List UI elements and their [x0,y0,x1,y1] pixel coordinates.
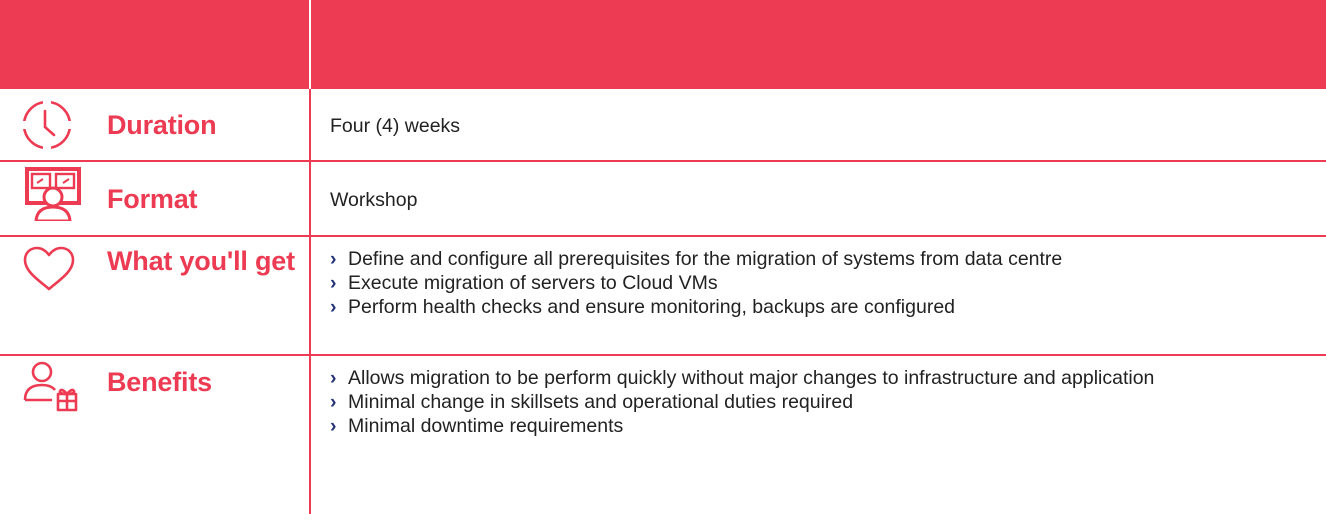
row-label: Duration [107,110,217,140]
row-label: Format [107,184,198,214]
clock-icon [21,99,73,151]
list-item-text: Minimal change in skillsets and operatio… [348,391,854,413]
label-cell: Benefits [0,356,309,514]
chevron-right-icon: › [330,415,337,437]
chevron-right-icon: › [330,248,337,270]
chevron-right-icon: › [330,272,337,294]
table-row-duration: Duration Four (4) weeks [0,89,1326,162]
list-item-text: Allows migration to be perform quickly w… [348,367,1155,389]
column-divider [309,162,311,235]
label-cell: Duration [0,89,309,160]
header-divider [309,0,311,89]
list-item: › Allows migration to be perform quickly… [330,366,1306,390]
row-label: Benefits [107,367,212,397]
bullet-list: › Define and configure all prerequisites… [330,247,1306,319]
table-row-benefits: Benefits › Allows migration to be perfor… [0,356,1326,514]
content-cell: › Define and configure all prerequisites… [330,247,1306,319]
list-item-text: Perform health checks and ensure monitor… [348,296,956,318]
chevron-right-icon: › [330,296,337,318]
bullet-list: › Allows migration to be perform quickly… [330,366,1306,438]
table-header [0,0,1326,89]
chevron-right-icon: › [330,367,337,389]
row-label: What you'll get [107,246,295,276]
list-item: › Execute migration of servers to Cloud … [330,271,1306,295]
list-item-text: Minimal downtime requirements [348,415,624,437]
list-item: › Perform health checks and ensure monit… [330,295,1306,319]
row-value: Workshop [330,189,418,211]
heart-icon [23,246,75,291]
list-item: › Minimal downtime requirements [330,414,1306,438]
workshop-icon [25,167,81,221]
table-row-format: Format Workshop [0,162,1326,237]
chevron-right-icon: › [330,391,337,413]
user-gift-icon [23,361,78,412]
label-cell: Format [0,162,309,235]
list-item: › Minimal change in skillsets and operat… [330,390,1306,414]
column-divider [309,356,311,514]
list-item-text: Execute migration of servers to Cloud VM… [348,272,718,294]
row-value: Four (4) weeks [330,115,461,137]
column-divider [309,237,311,354]
list-item-text: Define and configure all prerequisites f… [348,248,1063,270]
list-item: › Define and configure all prerequisites… [330,247,1306,271]
table-row-what-youll-get: What you'll get › Define and configure a… [0,237,1326,356]
label-cell: What you'll get [0,237,309,354]
content-cell: › Allows migration to be perform quickly… [330,366,1306,438]
column-divider [309,89,311,160]
